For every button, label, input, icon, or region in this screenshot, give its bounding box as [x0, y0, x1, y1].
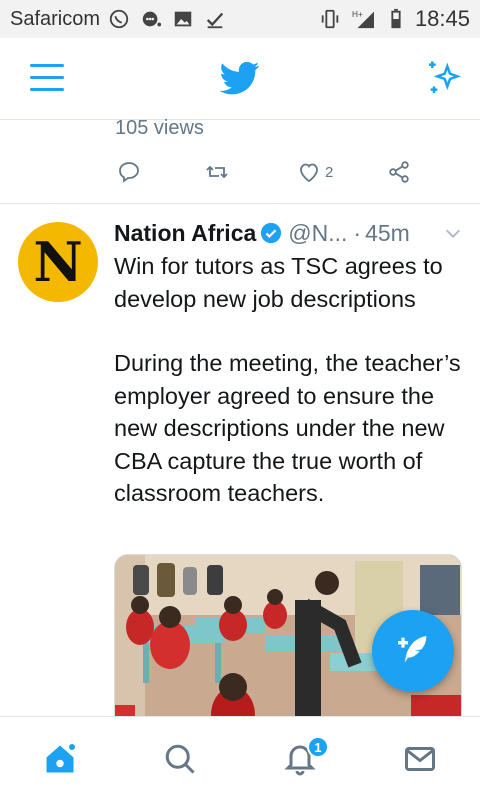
- avatar-letter: N: [33, 230, 83, 294]
- compose-tweet-button[interactable]: [372, 610, 454, 692]
- retweet-icon: [206, 165, 228, 179]
- messages-envelope-icon[interactable]: [402, 741, 438, 777]
- reply-button[interactable]: [117, 160, 141, 184]
- author-handle[interactable]: @N...: [288, 220, 347, 247]
- check-icon: [206, 12, 224, 29]
- share-icon: [389, 161, 409, 183]
- like-button[interactable]: 2: [297, 160, 333, 184]
- status-bar: Safaricom H+ 18:45: [0, 0, 480, 38]
- tweet-age: 45m: [365, 219, 410, 246]
- sparkle-icon[interactable]: [424, 58, 464, 98]
- image-icon: [174, 11, 192, 27]
- avatar[interactable]: N: [18, 222, 98, 302]
- tweet-header: Nation Africa @N... · 45m: [114, 218, 464, 248]
- chat-icon: [142, 11, 162, 27]
- share-button[interactable]: [387, 160, 411, 184]
- like-count: 2: [325, 163, 334, 181]
- hamburger-icon: [30, 64, 64, 67]
- search-icon[interactable]: [162, 741, 198, 777]
- signal-icon: H+: [352, 10, 374, 29]
- clock: 18:45: [414, 6, 470, 31]
- heart-icon: [300, 163, 318, 183]
- app-header: [0, 38, 480, 120]
- whatsapp-icon: [109, 9, 129, 29]
- vibrate-icon: [321, 9, 339, 29]
- battery-icon: [391, 8, 401, 29]
- menu-button[interactable]: [30, 62, 64, 92]
- carrier-name: Safaricom: [10, 7, 101, 30]
- network-type: H+: [352, 10, 363, 19]
- chevron-down-icon[interactable]: [442, 222, 464, 244]
- separator-dot: ·: [353, 219, 362, 246]
- tweet-headline: Win for tutors as TSC agrees to develop …: [114, 253, 443, 312]
- tweet-actions: 2: [0, 160, 480, 190]
- tweet-body: During the meeting, the teacher’s employ…: [114, 350, 461, 506]
- previous-tweet-footer: 105 views 2: [0, 117, 480, 204]
- views-count: 105 views: [115, 117, 204, 139]
- verified-badge-icon: [261, 222, 282, 244]
- reply-icon: [119, 162, 139, 183]
- twitter-bird-icon[interactable]: [220, 58, 260, 98]
- bottom-navigation: 1: [0, 716, 480, 800]
- feather-plus-icon: [398, 636, 427, 663]
- retweet-button[interactable]: [205, 160, 229, 184]
- notification-badge: 1: [307, 736, 329, 758]
- home-icon[interactable]: [42, 741, 78, 777]
- tweet-text: Win for tutors as TSC agrees to develop …: [114, 250, 466, 542]
- author-name[interactable]: Nation Africa: [114, 220, 256, 247]
